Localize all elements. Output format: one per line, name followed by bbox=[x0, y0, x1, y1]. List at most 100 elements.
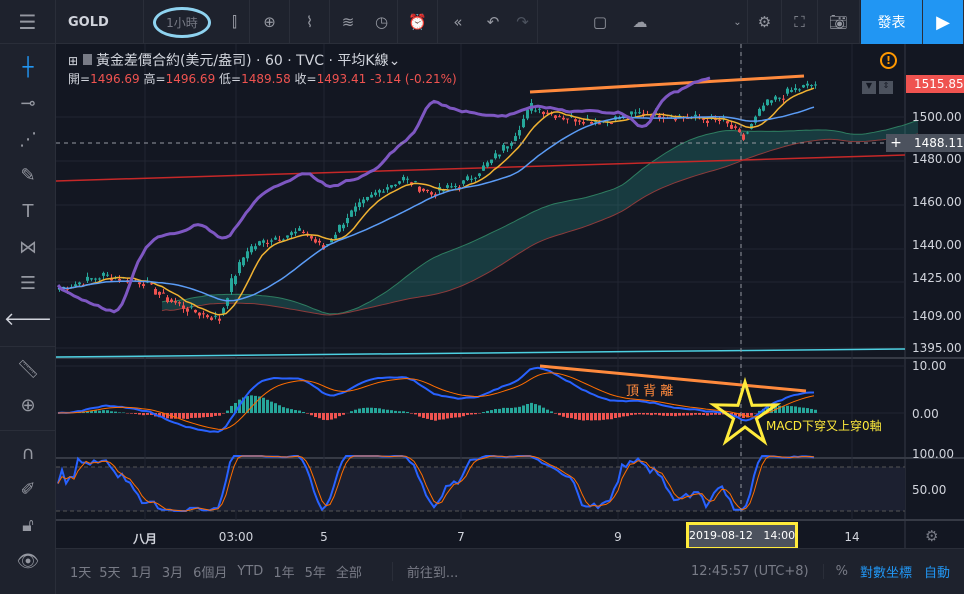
macd-histogram-bar bbox=[522, 405, 525, 413]
play-icon[interactable]: ▶ bbox=[923, 0, 964, 44]
range-1m[interactable]: 1月 bbox=[131, 562, 152, 581]
percent-toggle[interactable]: % bbox=[822, 564, 848, 579]
cloud-save-icon[interactable]: ☁ bbox=[620, 0, 660, 44]
ichimoku-cloud-segment bbox=[878, 130, 882, 141]
range-all[interactable]: 全部 bbox=[336, 562, 362, 581]
pattern-icon[interactable]: ⋈ bbox=[0, 232, 56, 262]
scale-expand-icon[interactable]: ⇕ bbox=[879, 81, 893, 94]
chart-type-icon[interactable]: ⫿ bbox=[220, 0, 250, 44]
range-5y[interactable]: 5年 bbox=[305, 562, 326, 581]
ichimoku-cloud-segment bbox=[674, 145, 678, 184]
interval-button[interactable]: 1小時 bbox=[144, 0, 220, 44]
range-6m[interactable]: 6個月 bbox=[193, 562, 227, 581]
candle-body bbox=[246, 251, 249, 259]
crosshair-icon[interactable]: ┼ bbox=[0, 52, 56, 82]
publish-button[interactable]: 發表 bbox=[861, 0, 923, 44]
eye-icon[interactable]: 👁︎ bbox=[0, 546, 56, 576]
candle-body bbox=[142, 284, 145, 286]
replay-clock-icon[interactable]: ◷ bbox=[366, 0, 398, 44]
candle-body bbox=[426, 189, 429, 192]
ichimoku-cloud-segment bbox=[510, 221, 514, 260]
dropdown-chevron-icon[interactable]: ⌄ bbox=[728, 0, 748, 44]
clock: 12:45:57 (UTC+8) bbox=[691, 564, 809, 579]
log-scale-toggle[interactable]: 對數坐標 bbox=[860, 562, 912, 581]
ichimoku-cloud-segment bbox=[874, 131, 878, 141]
text-icon[interactable]: T bbox=[0, 196, 56, 226]
range-ytd[interactable]: YTD bbox=[237, 564, 263, 579]
macd-histogram-bar bbox=[642, 413, 645, 415]
menu-button[interactable]: ☰ bbox=[0, 0, 56, 44]
warning-icon[interactable]: ! bbox=[880, 52, 897, 69]
candle-body bbox=[730, 124, 733, 129]
candle-body bbox=[674, 118, 677, 121]
candle-body bbox=[290, 232, 293, 235]
macd-histogram-bar bbox=[510, 407, 513, 413]
ichimoku-cloud-segment bbox=[822, 130, 826, 140]
ichimoku-cloud-segment bbox=[470, 241, 474, 283]
ichimoku-cloud-segment bbox=[202, 295, 206, 306]
ichimoku-cloud-segment bbox=[650, 160, 654, 194]
ichimoku-cloud-segment bbox=[646, 163, 650, 196]
macd-histogram-bar bbox=[338, 413, 341, 417]
auto-scale-toggle[interactable]: 自動 bbox=[924, 562, 950, 581]
candle-body bbox=[558, 116, 561, 118]
ichimoku-cloud-segment bbox=[638, 169, 642, 201]
macd-histogram-bar bbox=[106, 410, 109, 413]
redo-icon[interactable]: ↷ bbox=[508, 0, 538, 44]
crosshair-add-icon[interactable]: + bbox=[886, 134, 906, 152]
macd-histogram-bar bbox=[94, 410, 97, 413]
candle-body bbox=[574, 119, 577, 122]
scale-collapse-icon[interactable]: ▼ bbox=[862, 81, 876, 94]
legend-chart-type[interactable]: 平均K線 bbox=[337, 53, 388, 69]
candle-body bbox=[514, 136, 517, 141]
pitchfork-icon[interactable]: ⋰ bbox=[0, 124, 56, 154]
range-3m[interactable]: 3月 bbox=[162, 562, 183, 581]
compare-add-icon[interactable]: ⊕ bbox=[250, 0, 290, 44]
ichimoku-cloud-segment bbox=[442, 252, 446, 293]
screenshot-camera-icon[interactable]: 📷︎ bbox=[818, 0, 860, 44]
brush-icon[interactable]: ✎ bbox=[0, 160, 56, 190]
templates-icon[interactable]: ≋ bbox=[330, 0, 366, 44]
indicators-icon[interactable]: ⌇ bbox=[290, 0, 330, 44]
zoom-in-icon[interactable]: ⊕ bbox=[0, 390, 56, 420]
chart-canvas[interactable] bbox=[56, 44, 964, 548]
range-1y[interactable]: 1年 bbox=[273, 562, 294, 581]
ruler-icon[interactable]: 📏︎ bbox=[0, 354, 56, 384]
alert-icon[interactable]: ⏰ bbox=[398, 0, 438, 44]
lock-drawing-icon[interactable]: ✐ bbox=[0, 474, 56, 504]
magnet-icon[interactable]: ∩ bbox=[0, 438, 56, 468]
ichimoku-cloud-segment bbox=[270, 296, 274, 307]
settings-gear-icon[interactable]: ⚙ bbox=[748, 0, 782, 44]
macd-histogram-bar bbox=[262, 397, 265, 413]
candle-body bbox=[398, 181, 401, 184]
candle-body bbox=[118, 278, 121, 281]
macd-histogram-bar bbox=[674, 413, 677, 417]
horizontal-line-icon[interactable]: ⊸ bbox=[0, 88, 56, 118]
candle-body bbox=[502, 144, 505, 151]
toggle-icon[interactable]: ⊞ bbox=[68, 54, 78, 68]
ichimoku-cloud-segment bbox=[482, 235, 486, 276]
symbol-search[interactable]: GOLD bbox=[56, 0, 144, 44]
goto-date-button[interactable]: 前往到... bbox=[391, 562, 458, 581]
axis-settings-gear-icon[interactable]: ⚙ bbox=[925, 527, 938, 545]
stoch-axis-label: 100.00 bbox=[912, 447, 954, 461]
range-5d[interactable]: 5天 bbox=[99, 562, 120, 581]
ichimoku-cloud-segment bbox=[458, 246, 462, 288]
rewind-icon[interactable]: « bbox=[438, 0, 478, 44]
fib-levels-icon[interactable]: ☰ bbox=[0, 268, 56, 298]
drawing-toolbar: ┼ ⊸ ⋰ ✎ T ⋈ ☰ 🡐 📏︎ ⊕ ∩ ✐ 🔓︎ 👁︎ bbox=[0, 44, 56, 594]
lock-icon[interactable]: 🔓︎ bbox=[0, 510, 56, 540]
candle-body bbox=[178, 302, 181, 304]
candle-body bbox=[782, 98, 785, 100]
fullscreen-icon[interactable]: ⛶ bbox=[782, 0, 818, 44]
price-label: 1425.00 bbox=[912, 271, 962, 285]
back-arrow-icon[interactable]: 🡐 bbox=[0, 304, 56, 334]
time-label: 5 bbox=[320, 530, 328, 544]
chevron-down-icon[interactable]: ⌄ bbox=[389, 53, 401, 69]
layout-icon[interactable]: ▢ bbox=[580, 0, 620, 44]
range-1d[interactable]: 1天 bbox=[70, 562, 91, 581]
undo-icon[interactable]: ↶ bbox=[478, 0, 508, 44]
time-label: 7 bbox=[457, 530, 465, 544]
top-trendline bbox=[529, 74, 805, 94]
candle-body bbox=[314, 239, 317, 243]
